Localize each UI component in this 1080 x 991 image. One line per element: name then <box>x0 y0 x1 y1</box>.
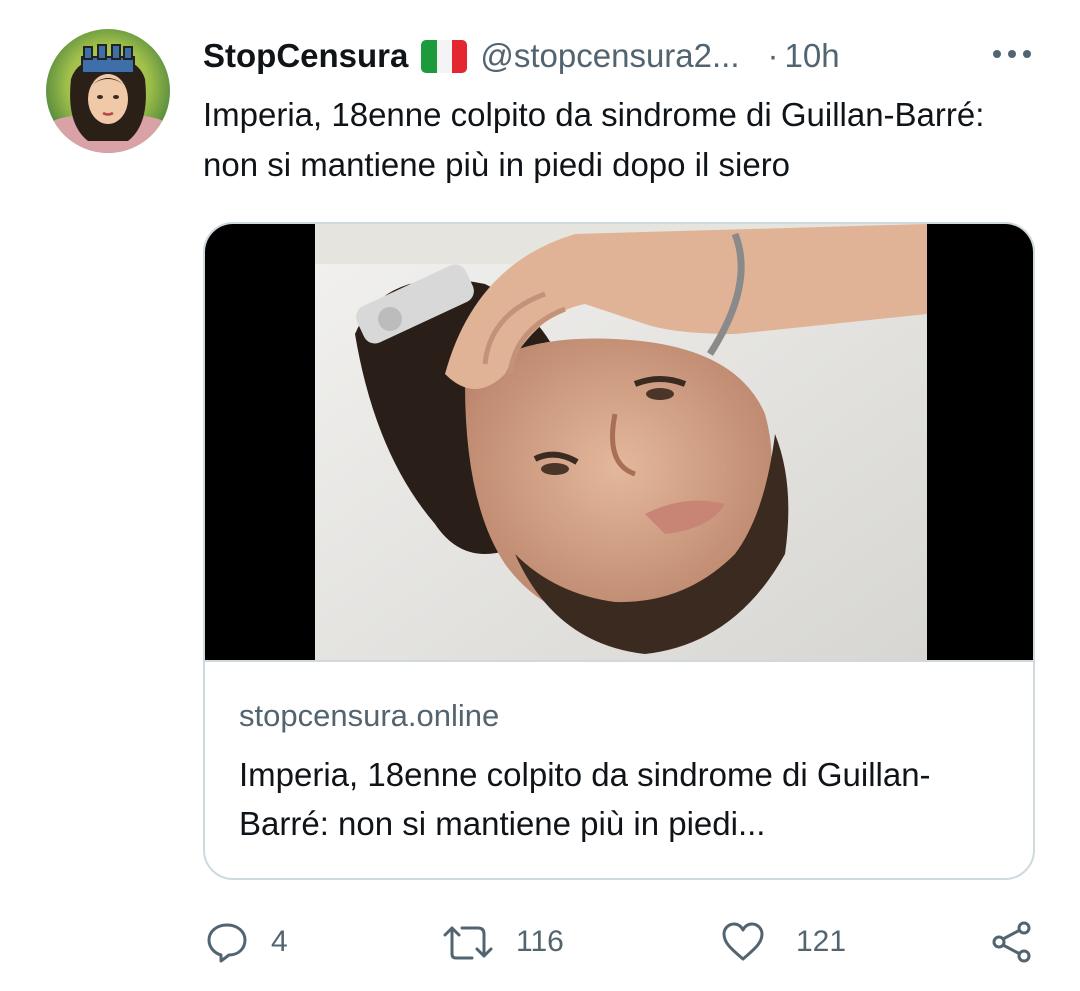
card-title: Imperia, 18enne colpito da sindrome di G… <box>239 756 931 842</box>
italy-flag-icon <box>421 39 468 73</box>
card-image <box>205 224 1033 660</box>
like-count: 121 <box>796 925 847 958</box>
reply-button[interactable]: 4 <box>205 912 288 972</box>
tweet-actions: 4 116 121 <box>0 912 1080 972</box>
reply-icon <box>207 923 247 963</box>
like-button[interactable]: 121 <box>720 912 846 972</box>
share-button[interactable] <box>990 912 1034 972</box>
separator-dot: · <box>767 37 779 74</box>
avatar-image <box>46 29 170 153</box>
avatar[interactable] <box>46 29 170 153</box>
reply-count: 4 <box>271 925 288 958</box>
tweet-time[interactable]: 10h <box>785 37 840 75</box>
retweet-count: 116 <box>516 925 564 958</box>
heart-icon <box>722 922 764 961</box>
retweet-button[interactable]: 116 <box>442 912 564 972</box>
author-handle[interactable]: @stopcensura2... <box>480 37 739 75</box>
tweet-text: Imperia, 18enne colpito da sindrome di G… <box>203 96 985 183</box>
tweet-header: StopCensura @stopcensura2... · 10h <box>203 30 1043 82</box>
author-name[interactable]: StopCensura <box>203 37 408 75</box>
more-options-button[interactable] <box>990 39 1034 69</box>
card-photo <box>315 224 927 660</box>
link-card[interactable]: stopcensura.online Imperia, 18enne colpi… <box>203 222 1035 880</box>
card-domain: stopcensura.online <box>239 698 500 733</box>
share-icon <box>992 921 1031 963</box>
more-icon <box>993 50 1031 58</box>
card-divider <box>205 660 1033 662</box>
retweet-icon <box>443 926 493 960</box>
